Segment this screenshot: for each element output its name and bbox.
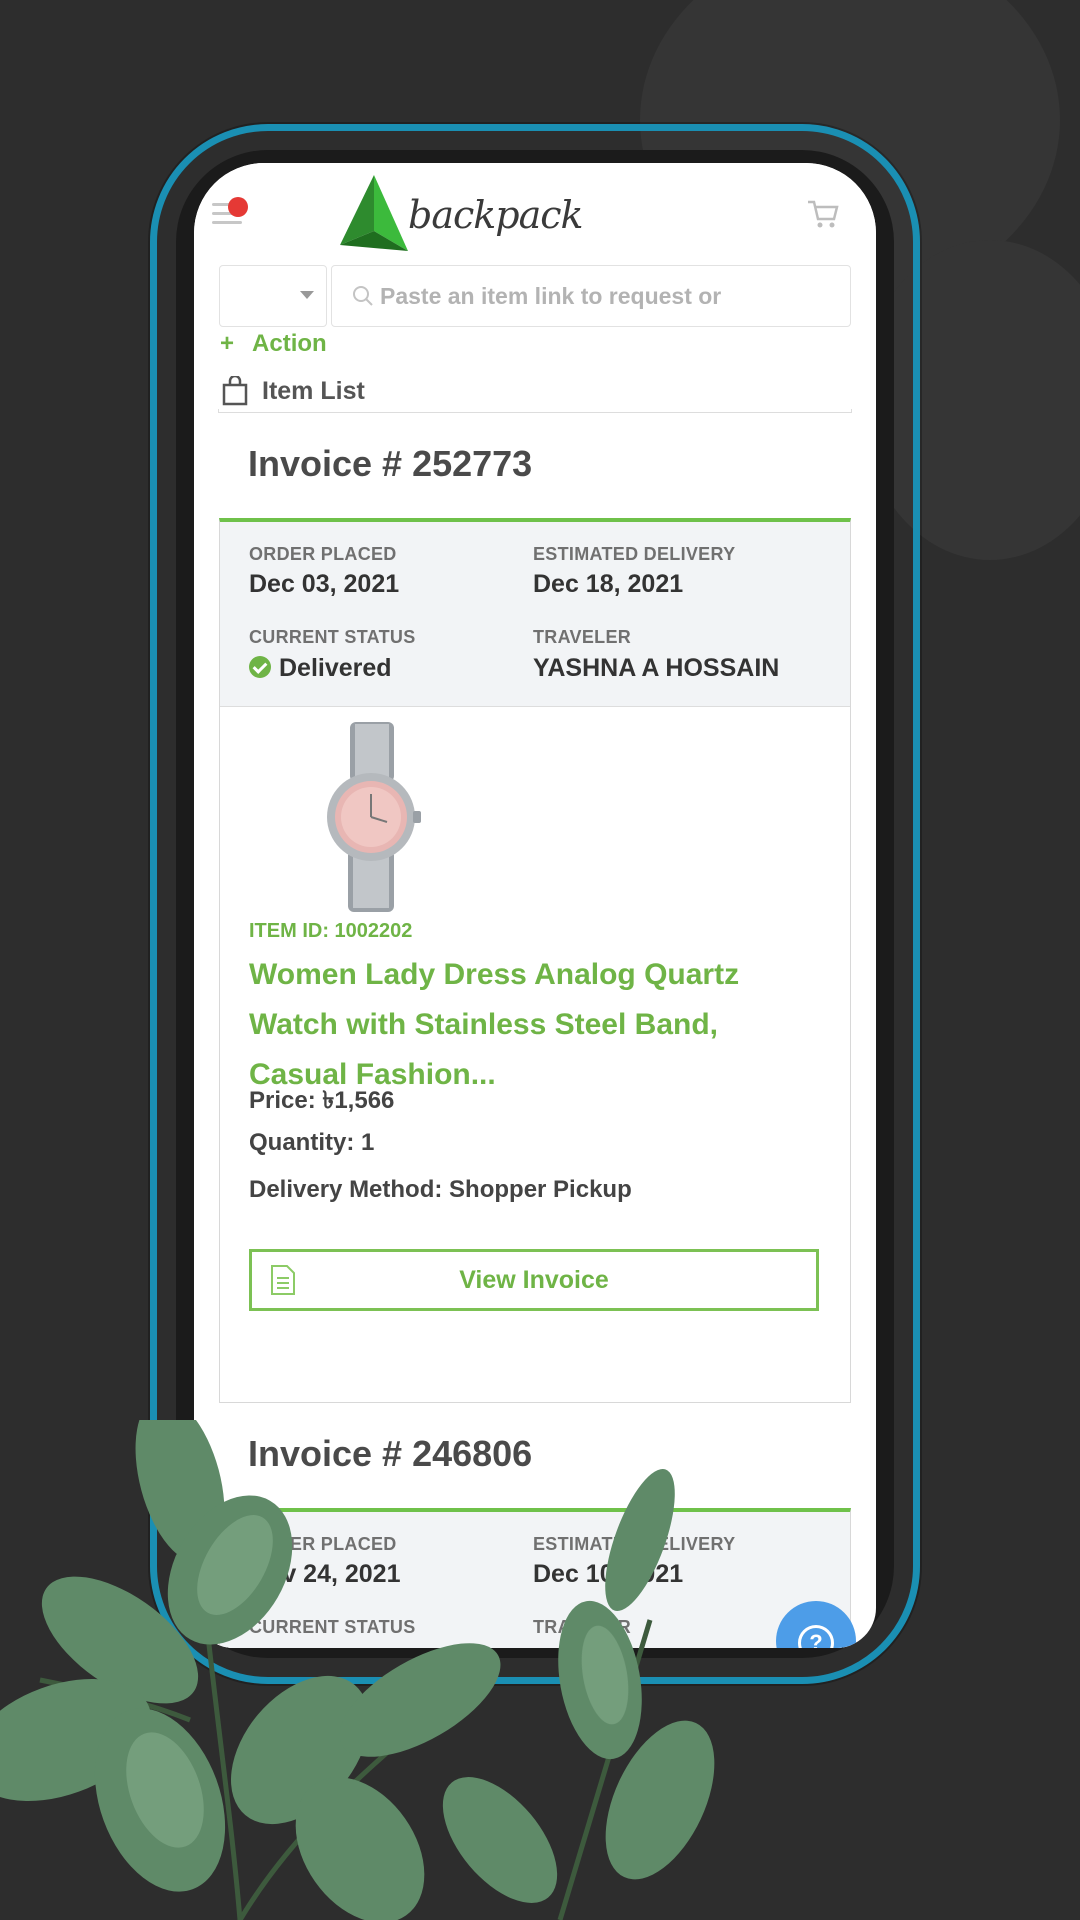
status-value: Delivered bbox=[249, 654, 392, 683]
action-label: Action bbox=[252, 330, 327, 357]
search-icon bbox=[353, 286, 373, 306]
document-icon bbox=[271, 1265, 295, 1295]
divider bbox=[218, 409, 852, 413]
invoice-title: Invoice # 252773 bbox=[248, 443, 533, 484]
search-input[interactable]: Paste an item link to request or bbox=[331, 265, 851, 327]
logo-text: backpack bbox=[408, 193, 584, 237]
product-image[interactable] bbox=[315, 722, 425, 912]
plus-icon: + bbox=[220, 330, 235, 357]
estimated-delivery-value: Dec 18, 2021 bbox=[533, 570, 684, 598]
notification-dot bbox=[228, 197, 248, 217]
menu-button[interactable] bbox=[212, 197, 248, 225]
item-quantity: Quantity: 1 bbox=[249, 1129, 375, 1156]
brand-logo[interactable]: backpack bbox=[334, 169, 584, 255]
app-header: backpack bbox=[194, 163, 876, 261]
check-circle-icon bbox=[249, 656, 271, 679]
help-icon: ? bbox=[798, 1625, 834, 1648]
item-list-label: Item List bbox=[262, 376, 365, 405]
action-toggle[interactable]: + Action bbox=[220, 323, 327, 365]
estimated-delivery-label: ESTIMATED DELIVERY bbox=[533, 544, 736, 564]
invoice-card: ORDER PLACED Dec 03, 2021 ESTIMATED DELI… bbox=[219, 518, 851, 1403]
logo-triangle-icon bbox=[340, 175, 408, 251]
delivery-method: Delivery Method: Shopper Pickup bbox=[249, 1176, 632, 1203]
traveler-value: YASHNA A HOSSAIN bbox=[533, 654, 780, 682]
status-label: CURRENT STATUS bbox=[249, 627, 416, 647]
view-invoice-button[interactable]: View Invoice bbox=[249, 1249, 819, 1311]
invoice-summary: ORDER PLACED Dec 03, 2021 ESTIMATED DELI… bbox=[220, 522, 850, 707]
item-list-link[interactable]: Item List bbox=[222, 369, 365, 413]
view-invoice-label: View Invoice bbox=[459, 1265, 609, 1294]
item-price: Price: ৳1,566 bbox=[249, 1087, 395, 1114]
status-text: Delivered bbox=[279, 654, 392, 682]
plant-decoration bbox=[0, 1420, 715, 1920]
order-placed-value: Dec 03, 2021 bbox=[249, 570, 400, 598]
chevron-down-icon bbox=[300, 291, 314, 299]
search-row: Paste an item link to request or bbox=[219, 265, 851, 329]
item-id: ITEM ID: 1002202 bbox=[249, 920, 413, 942]
traveler-label: TRAVELER bbox=[533, 627, 632, 647]
order-placed-label: ORDER PLACED bbox=[249, 544, 397, 564]
search-placeholder: Paste an item link to request or bbox=[380, 282, 722, 309]
cart-icon bbox=[808, 200, 839, 228]
shopping-bag-icon bbox=[222, 376, 248, 406]
cart-button[interactable] bbox=[806, 197, 840, 231]
item-name-link[interactable]: Women Lady Dress Analog Quartz Watch wit… bbox=[249, 950, 809, 1100]
language-select[interactable] bbox=[219, 265, 327, 327]
